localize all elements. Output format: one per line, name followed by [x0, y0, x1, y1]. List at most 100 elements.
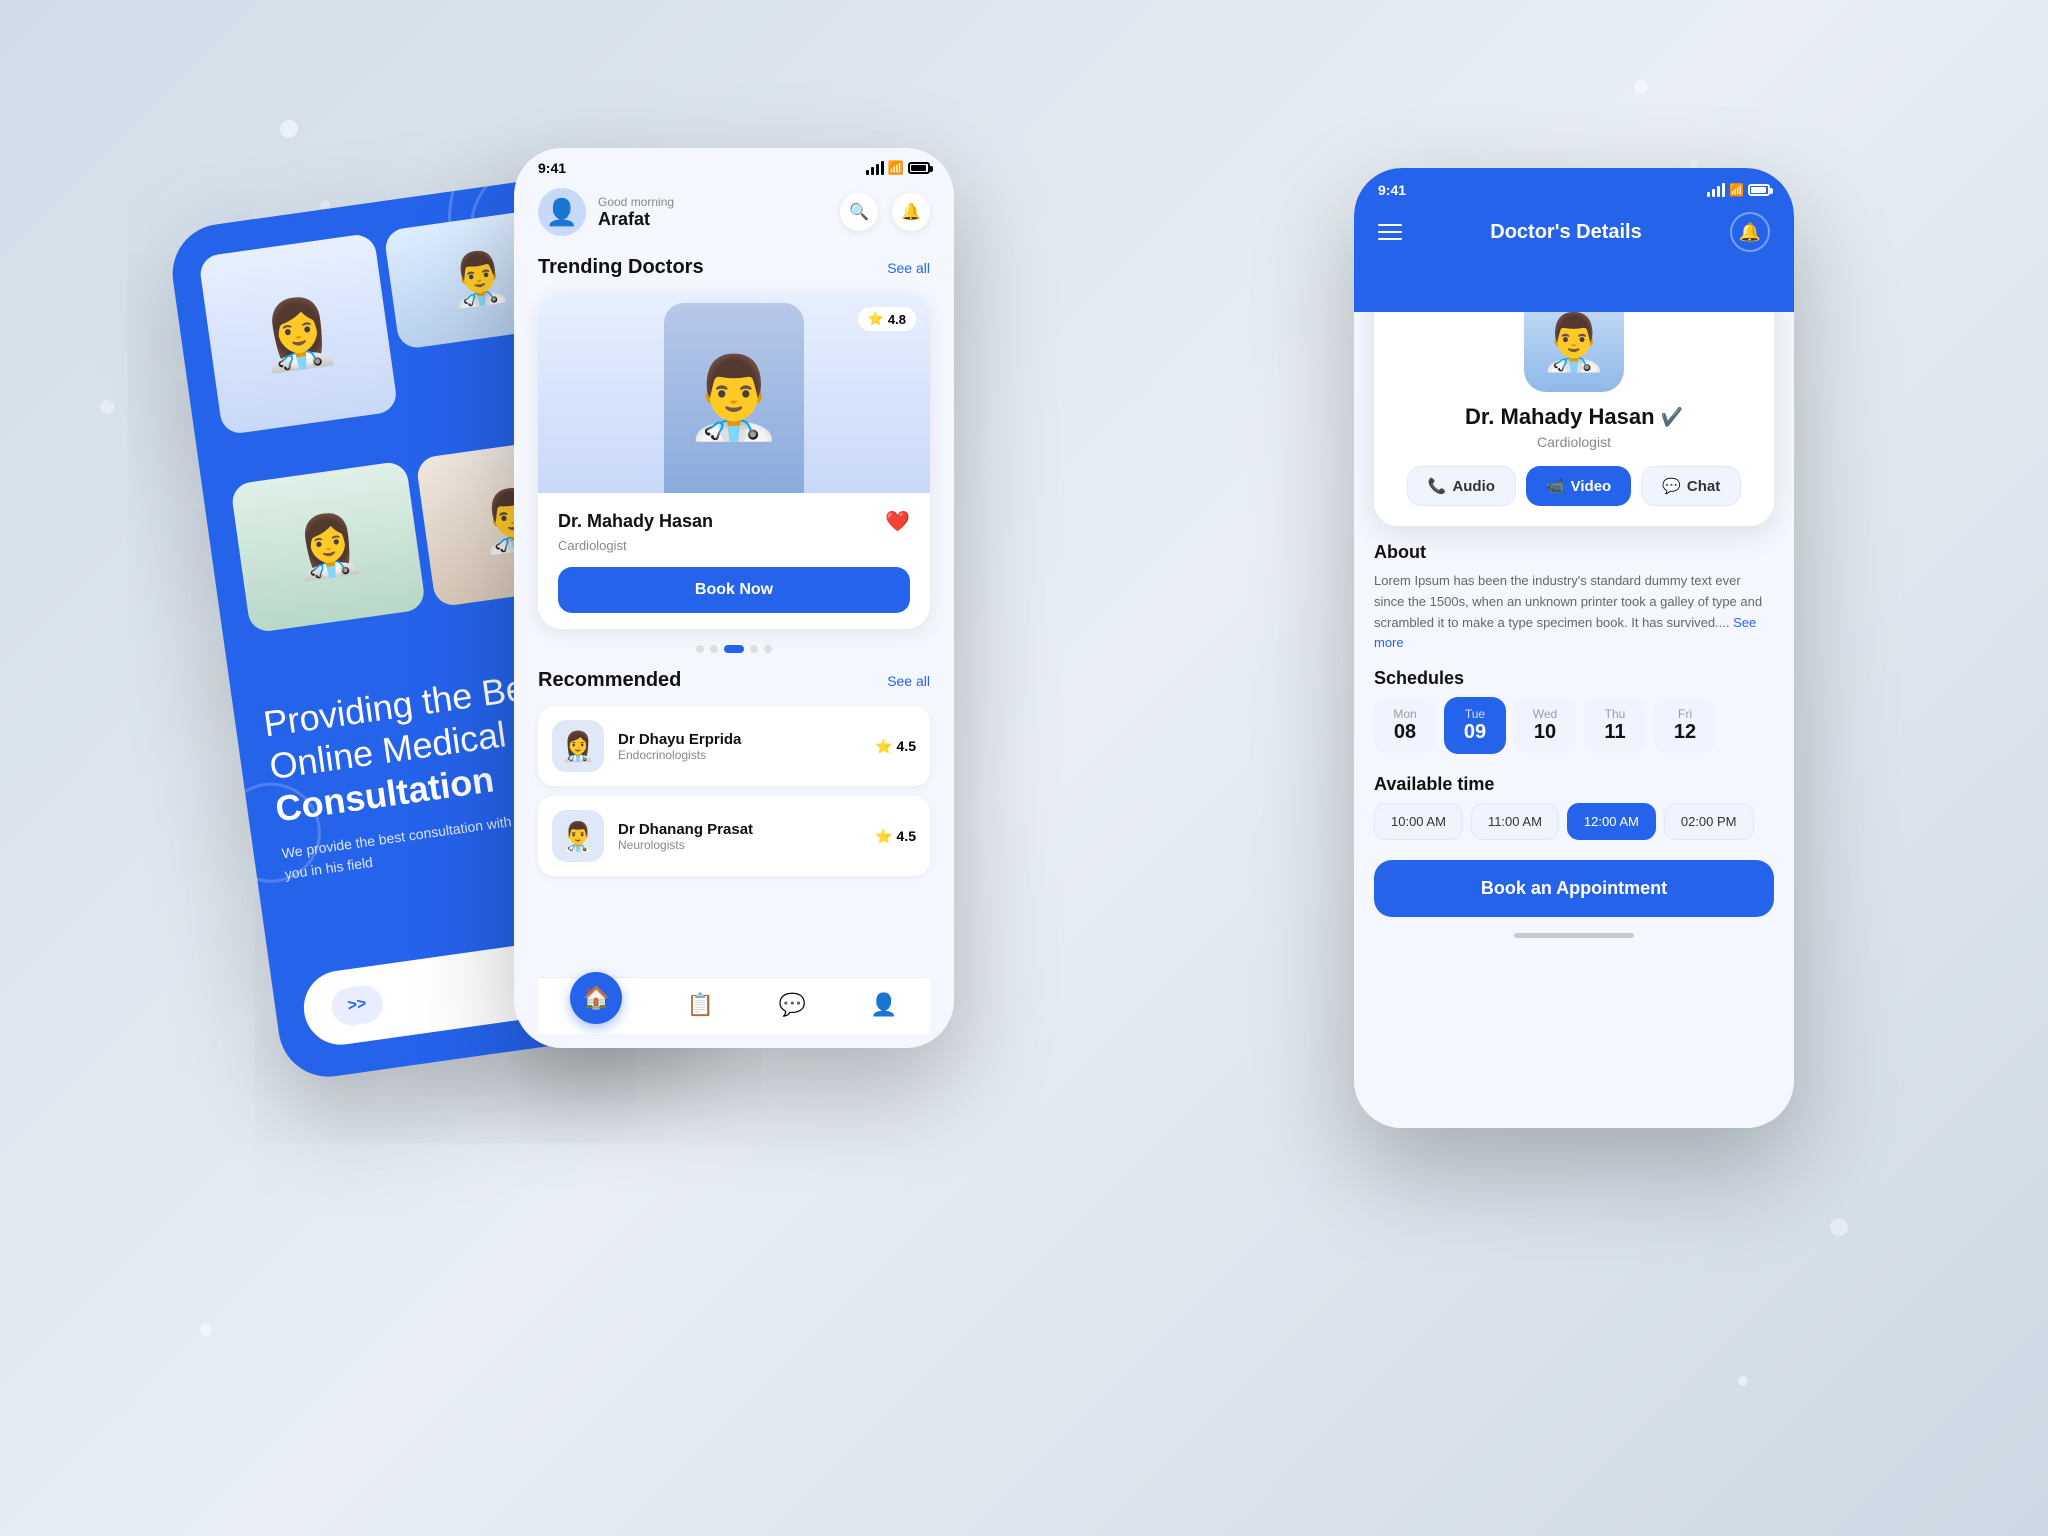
phones-container: 👩‍⚕️ 👨‍⚕️ 👩‍⚕️ 👨‍⚕️ 4.5 Prov	[174, 118, 1874, 1418]
doctor-card-info: Dr. Mahady Hasan ❤️ Cardiologist Book No…	[538, 493, 930, 629]
recommended-item-2[interactable]: 👨‍⚕️ Dr Dhanang Prasat Neurologists ⭐ 4.…	[538, 796, 930, 876]
video-icon: 📹	[1546, 477, 1565, 495]
recommended-item-1[interactable]: 👩‍⚕️ Dr Dhayu Erprida Endocrinologists ⭐…	[538, 706, 930, 786]
recommended-title: Recommended	[538, 669, 681, 692]
star-icon-2: ⭐	[875, 828, 892, 845]
details-signal	[1707, 183, 1725, 197]
day-num-thu: 11	[1604, 721, 1625, 744]
rec-rating-2: ⭐ 4.5	[875, 828, 916, 845]
day-name-fri: Fri	[1678, 707, 1692, 721]
trending-see-all[interactable]: See all	[887, 260, 930, 276]
time-slot-1100[interactable]: 11:00 AM	[1471, 803, 1559, 840]
bottom-nav: 🏠 📋 💬 👤	[538, 977, 930, 1034]
user-name: Arafat	[598, 209, 674, 230]
schedule-day-mon[interactable]: Mon 08	[1374, 697, 1436, 754]
day-num-tue: 09	[1464, 721, 1486, 744]
details-nav: Doctor's Details 🔔	[1378, 212, 1770, 252]
time-slots: 10:00 AM 11:00 AM 12:00 AM 02:00 PM	[1374, 803, 1774, 840]
day-num-wed: 10	[1534, 721, 1556, 744]
nav-profile-button[interactable]: 👤	[870, 992, 897, 1024]
doctor-detail-name: Dr. Mahady Hasan ✔️	[1465, 404, 1683, 430]
verified-badge: ✔️	[1661, 407, 1683, 428]
hamburger-button[interactable]	[1378, 224, 1402, 240]
chat-label: Chat	[1687, 478, 1720, 495]
book-appointment-button[interactable]: Book an Appointment	[1374, 860, 1774, 917]
schedule-day-fri[interactable]: Fri 12	[1654, 697, 1716, 754]
schedules-title: Schedules	[1374, 668, 1774, 689]
audio-label: Audio	[1452, 478, 1495, 495]
about-text: Lorem Ipsum has been the industry's stan…	[1374, 571, 1774, 654]
phone-home: 9:41 📶 👤	[514, 148, 954, 1048]
rec-info-1: Dr Dhayu Erprida Endocrinologists	[618, 731, 861, 762]
details-header: 9:41 📶 Doct	[1354, 168, 1794, 312]
dot-1[interactable]	[696, 645, 704, 653]
rec-name-1: Dr Dhayu Erprida	[618, 731, 861, 748]
user-text: Good morning Arafat	[598, 195, 674, 230]
video-button[interactable]: 📹 Video	[1526, 466, 1631, 506]
audio-button[interactable]: 📞 Audio	[1407, 466, 1516, 506]
day-name-wed: Wed	[1533, 707, 1557, 721]
rec-rating-val-1: 4.5	[897, 738, 916, 754]
time-slot-1400[interactable]: 02:00 PM	[1664, 803, 1754, 840]
details-wifi-icon: 📶	[1729, 183, 1744, 197]
status-time: 9:41	[538, 160, 566, 176]
day-num-mon: 08	[1394, 721, 1416, 744]
details-battery-icon	[1748, 184, 1770, 196]
doctor-photo-3: 👩‍⚕️	[230, 460, 426, 633]
details-body: 👨‍⚕️ Dr. Mahady Hasan ✔️ Cardiologist 📞 …	[1354, 312, 1794, 1128]
available-time-title: Available time	[1374, 774, 1774, 795]
nav-appointments-button[interactable]: 📋	[687, 992, 714, 1024]
time-slot-1000[interactable]: 10:00 AM	[1374, 803, 1463, 840]
nav-chat-button[interactable]: 💬	[779, 992, 806, 1024]
book-now-button[interactable]: Book Now	[558, 567, 910, 613]
trending-doctor-name: Dr. Mahady Hasan	[558, 511, 713, 532]
rating-badge: ⭐ 4.8	[858, 307, 916, 331]
doctor-name-row: Dr. Mahady Hasan ❤️	[558, 509, 910, 534]
doctor-card-image: ⭐ 4.8 👨‍⚕️	[538, 293, 930, 493]
recommended-see-all[interactable]: See all	[887, 673, 930, 689]
about-title: About	[1374, 542, 1774, 563]
chat-button[interactable]: 💬 Chat	[1641, 466, 1741, 506]
rating-value: 4.8	[888, 312, 906, 327]
video-label: Video	[1571, 478, 1612, 495]
greeting: Good morning	[598, 195, 674, 209]
schedule-row: Mon 08 Tue 09 Wed 10 Thu 11	[1374, 697, 1774, 758]
signal-bars	[866, 161, 884, 175]
rec-info-2: Dr Dhanang Prasat Neurologists	[618, 821, 861, 852]
nav-home-button[interactable]: 🏠	[570, 972, 622, 1024]
status-bar: 9:41 📶	[514, 148, 954, 176]
trending-doctor-card: ⭐ 4.8 👨‍⚕️ Dr. Mahady Hasan ❤️ Cardiolog…	[538, 293, 930, 629]
time-slot-1200[interactable]: 12:00 AM	[1567, 803, 1656, 840]
arrows-icon: >>	[329, 983, 384, 1028]
rec-spec-2: Neurologists	[618, 838, 861, 852]
schedule-day-thu[interactable]: Thu 11	[1584, 697, 1646, 754]
details-info: About Lorem Ipsum has been the industry'…	[1354, 526, 1794, 938]
phone-details: 9:41 📶 Doct	[1354, 168, 1794, 1128]
notification-bell-button[interactable]: 🔔	[1730, 212, 1770, 252]
dot-2[interactable]	[710, 645, 718, 653]
schedule-day-wed[interactable]: Wed 10	[1514, 697, 1576, 754]
rec-spec-1: Endocrinologists	[618, 748, 861, 762]
recommended-section-header: Recommended See all	[538, 669, 930, 692]
doctor-photo-1: 👩‍⚕️	[198, 233, 398, 436]
user-avatar: 👤	[538, 188, 586, 236]
header-icons: 🔍 🔔	[840, 193, 930, 231]
rec-name-2: Dr Dhanang Prasat	[618, 821, 861, 838]
doctor-profile-card: 👨‍⚕️ Dr. Mahady Hasan ✔️ Cardiologist 📞 …	[1374, 312, 1774, 526]
star-icon-1: ⭐	[875, 738, 892, 755]
doctor-detail-avatar: 👨‍⚕️	[1524, 312, 1624, 392]
dot-3-active[interactable]	[724, 645, 744, 653]
rec-avatar-2: 👨‍⚕️	[552, 810, 604, 862]
search-button[interactable]: 🔍	[840, 193, 878, 231]
battery-icon	[908, 162, 930, 174]
notification-button[interactable]: 🔔	[892, 193, 930, 231]
trending-doctor-specialty: Cardiologist	[558, 538, 910, 553]
dot-5[interactable]	[764, 645, 772, 653]
favorite-button[interactable]: ❤️	[885, 509, 910, 534]
schedule-day-tue[interactable]: Tue 09	[1444, 697, 1506, 754]
trending-section-header: Trending Doctors See all	[538, 256, 930, 279]
chat-icon: 💬	[1662, 477, 1681, 495]
doctor-figure: 👨‍⚕️	[664, 303, 804, 493]
dot-4[interactable]	[750, 645, 758, 653]
day-num-fri: 12	[1674, 721, 1696, 744]
